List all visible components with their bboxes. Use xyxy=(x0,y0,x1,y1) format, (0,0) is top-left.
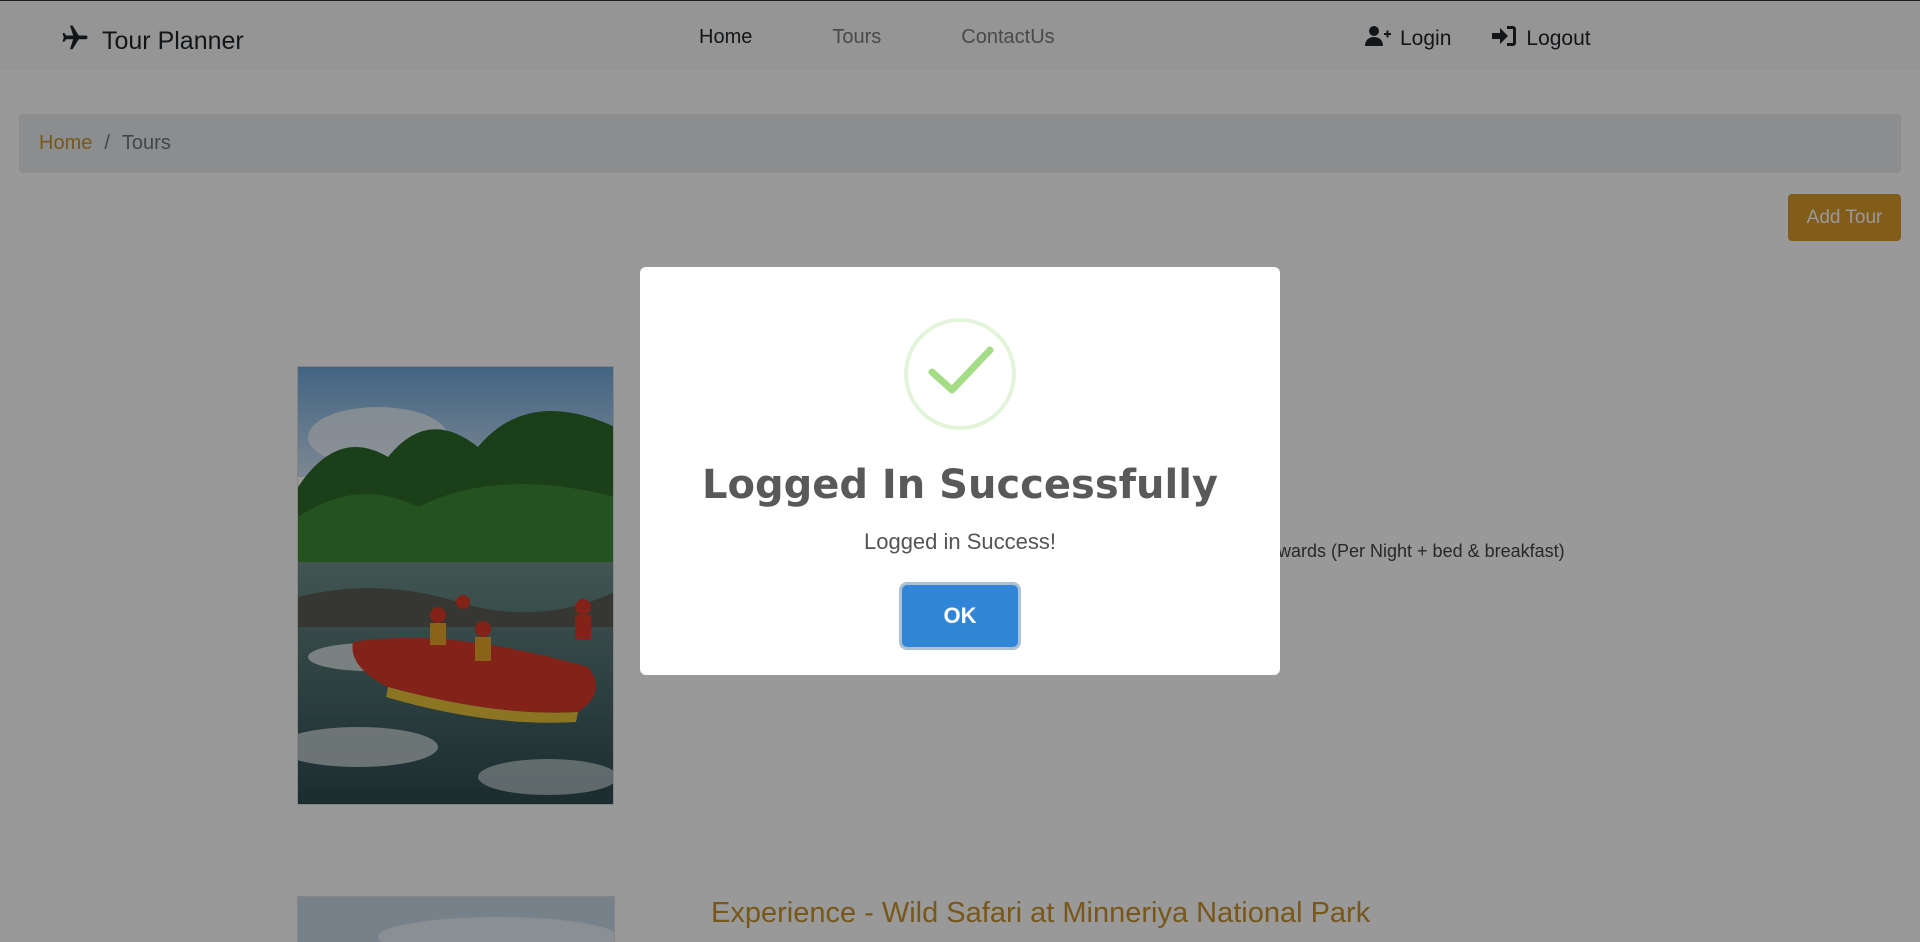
success-check-icon xyxy=(904,318,1016,430)
dialog-message: Logged in Success! xyxy=(863,529,1057,554)
success-dialog: Logged In Successfully Logged in Success… xyxy=(640,267,1280,675)
ok-button[interactable]: OK xyxy=(902,585,1018,647)
dialog-title: Logged In Successfully xyxy=(701,462,1219,508)
